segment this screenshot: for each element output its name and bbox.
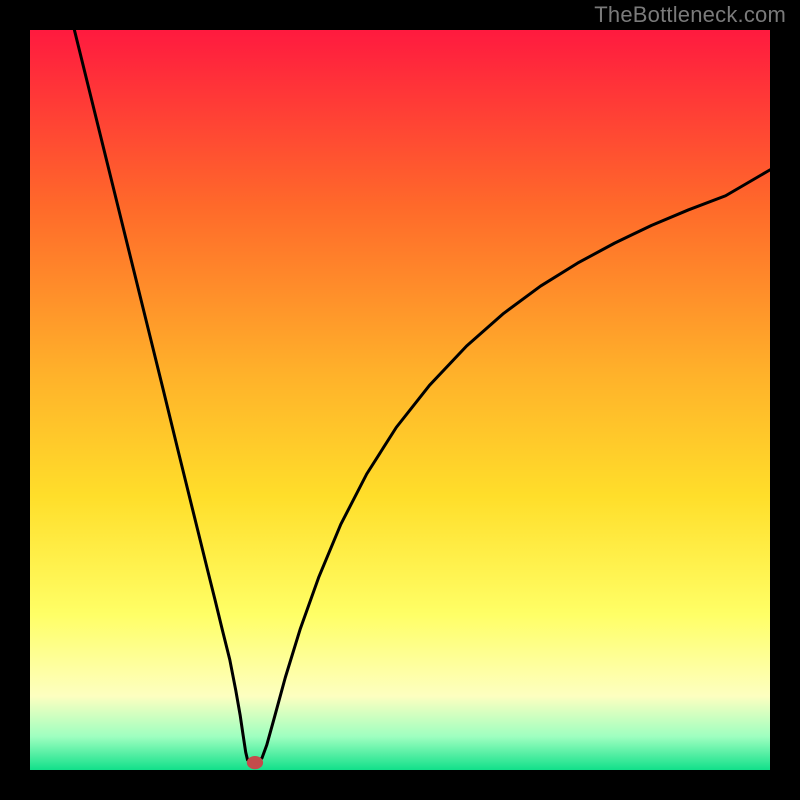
chart-container: { "watermark": "TheBottleneck.com", "col… [0, 0, 800, 800]
bottleneck-chart [0, 0, 800, 800]
watermark-text: TheBottleneck.com [594, 2, 786, 28]
optimum-marker [247, 756, 263, 769]
plot-background [30, 30, 770, 770]
